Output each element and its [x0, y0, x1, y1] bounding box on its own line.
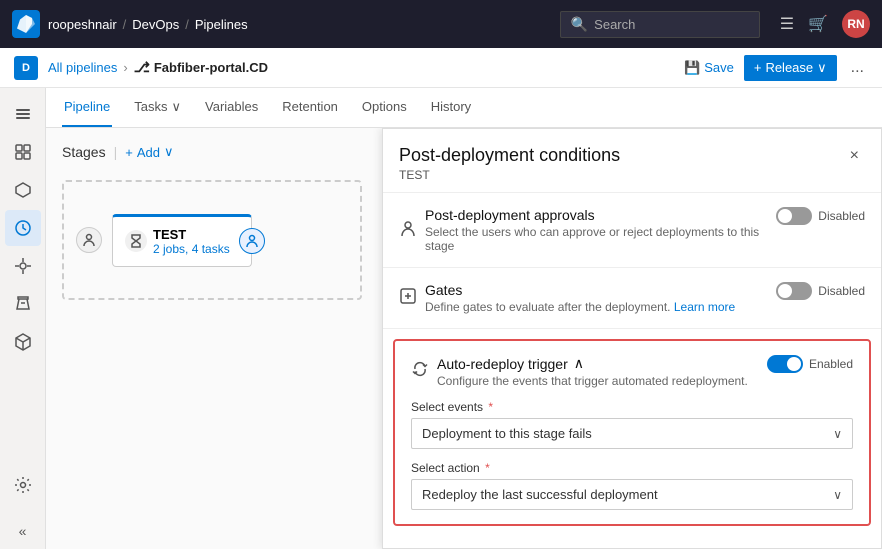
events-chevron-icon: ∨: [833, 427, 842, 441]
plus-icon: +: [125, 145, 133, 160]
panel-close-button[interactable]: ×: [844, 145, 865, 167]
test-stage-card[interactable]: TEST 2 jobs, 4 tasks: [112, 214, 252, 267]
panel-header: Post-deployment conditions TEST ×: [383, 129, 881, 193]
auto-redeploy-icon: [411, 360, 429, 383]
pre-deployment-approvals-icon[interactable]: [76, 227, 102, 253]
select-events-dropdown[interactable]: Deployment to this stage fails ∨: [411, 418, 853, 449]
action-required-marker: *: [485, 461, 490, 475]
approvals-section: Post-deployment approvals Select the use…: [383, 193, 881, 268]
gates-section: Gates Define gates to evaluate after the…: [383, 268, 881, 329]
approvals-toggle[interactable]: [776, 207, 812, 225]
panel-title: Post-deployment conditions: [399, 145, 620, 166]
select-events-label: Select events *: [411, 400, 853, 414]
gates-toggle-label: Disabled: [818, 284, 865, 298]
tab-variables[interactable]: Variables: [203, 88, 260, 127]
tab-retention[interactable]: Retention: [280, 88, 340, 127]
sidebar-item-pipelines[interactable]: [5, 96, 41, 132]
gates-icon: [399, 287, 417, 310]
sidebar-item-release[interactable]: [5, 248, 41, 284]
auto-redeploy-desc: Configure the events that trigger automa…: [437, 374, 748, 388]
chevron-down-icon: ∨: [817, 60, 827, 76]
approvals-title: Post-deployment approvals: [425, 207, 776, 223]
post-deployment-approvals-icon[interactable]: [239, 228, 265, 254]
sidebar-collapse-button[interactable]: «: [5, 513, 41, 549]
notifications-icon[interactable]: 🛒: [808, 14, 828, 34]
gates-toggle[interactable]: [776, 282, 812, 300]
search-icon: 🔍: [571, 16, 588, 33]
tab-tasks[interactable]: Tasks ∨: [132, 88, 183, 127]
pipeline-name: ⎇ Fabfiber-portal.CD: [134, 59, 268, 76]
gates-title: Gates: [425, 282, 735, 298]
learn-more-link[interactable]: Learn more: [674, 300, 735, 314]
top-nav-icons: ☰ 🛒 RN: [780, 10, 870, 38]
save-icon: 💾: [684, 60, 700, 76]
action-chevron-icon: ∨: [833, 488, 842, 502]
events-required-marker: *: [488, 400, 493, 414]
add-stage-button[interactable]: + Add ∨: [125, 144, 173, 160]
tab-history[interactable]: History: [429, 88, 473, 127]
tasks-chevron-icon: ∨: [172, 99, 182, 115]
sidebar-item-boards[interactable]: [5, 134, 41, 170]
main-layout: « Pipeline Tasks ∨ Variables Retention O…: [0, 88, 882, 549]
second-navigation: D All pipelines › ⎇ Fabfiber-portal.CD 💾…: [0, 48, 882, 88]
azure-devops-logo[interactable]: [12, 10, 40, 38]
approvals-toggle-label: Disabled: [818, 209, 865, 223]
approvals-icon: [399, 219, 417, 242]
select-events-group: Select events * Deployment to this stage…: [411, 400, 853, 449]
breadcrumb: roopeshnair / DevOps / Pipelines: [48, 17, 248, 32]
pipeline-cd-icon: ⎇: [134, 59, 150, 76]
save-button[interactable]: 💾 Save: [684, 60, 734, 76]
list-icon[interactable]: ☰: [780, 14, 794, 34]
tab-bar: Pipeline Tasks ∨ Variables Retention Opt…: [46, 88, 882, 128]
panel-subtitle: TEST: [399, 168, 620, 182]
select-action-label: Select action *: [411, 461, 853, 475]
search-input[interactable]: [594, 17, 734, 32]
stage-jobs: 2 jobs, 4 tasks: [153, 242, 230, 256]
auto-redeploy-collapse-icon[interactable]: ∧: [574, 355, 584, 372]
breadcrumb-section[interactable]: Pipelines: [195, 17, 248, 32]
breadcrumb-user[interactable]: roopeshnair: [48, 17, 117, 32]
tab-options[interactable]: Options: [360, 88, 409, 127]
avatar[interactable]: RN: [842, 10, 870, 38]
breadcrumb-org[interactable]: DevOps: [132, 17, 179, 32]
sidebar-item-test[interactable]: [5, 286, 41, 322]
conditions-panel: Post-deployment conditions TEST ×: [382, 128, 882, 549]
select-action-dropdown[interactable]: Redeploy the last successful deployment …: [411, 479, 853, 510]
select-action-group: Select action * Redeploy the last succes…: [411, 461, 853, 510]
gates-desc: Define gates to evaluate after the deplo…: [425, 300, 735, 314]
tab-content: Pipeline Tasks ∨ Variables Retention Opt…: [46, 88, 882, 549]
main-area: Stages | + Add ∨: [46, 128, 882, 549]
stages-label: Stages: [62, 144, 106, 160]
auto-redeploy-section: Auto-redeploy trigger ∧ Configure the ev…: [393, 339, 871, 526]
pipeline-breadcrumb: All pipelines › ⎇ Fabfiber-portal.CD: [48, 59, 268, 76]
sidebar-item-settings[interactable]: [5, 467, 41, 503]
stage-container: TEST 2 jobs, 4 tasks: [62, 180, 362, 300]
auto-redeploy-title: Auto-redeploy trigger ∧: [437, 355, 748, 372]
sidebar-item-artifacts[interactable]: [5, 324, 41, 360]
top-navigation: roopeshnair / DevOps / Pipelines 🔍 ☰ 🛒 R…: [0, 0, 882, 48]
tab-pipeline[interactable]: Pipeline: [62, 88, 112, 127]
auto-redeploy-toggle-label: Enabled: [809, 357, 853, 371]
plus-icon: +: [754, 60, 762, 75]
sidebar: «: [0, 88, 46, 549]
more-options-button[interactable]: ...: [847, 55, 868, 81]
project-icon: D: [14, 56, 38, 80]
release-button[interactable]: + Release ∨: [744, 55, 837, 81]
approvals-desc: Select the users who can approve or reje…: [425, 225, 776, 253]
stage-icon: [125, 230, 147, 252]
stage-name: TEST: [153, 227, 230, 242]
auto-redeploy-toggle[interactable]: [767, 355, 803, 373]
sidebar-item-repos[interactable]: [5, 172, 41, 208]
all-pipelines-link[interactable]: All pipelines: [48, 60, 117, 75]
add-chevron-icon: ∨: [164, 144, 174, 160]
search-box[interactable]: 🔍: [560, 11, 760, 38]
sidebar-item-builds[interactable]: [5, 210, 41, 246]
